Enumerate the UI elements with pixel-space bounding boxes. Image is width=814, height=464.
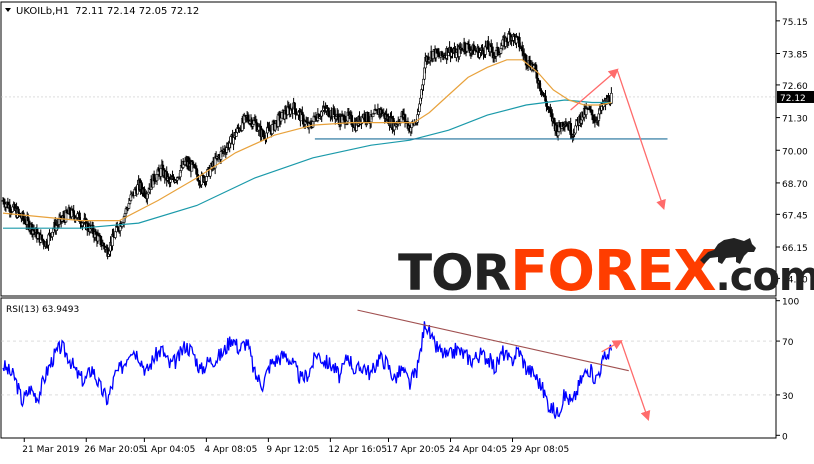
x-tick-label: 26 Mar 20:05	[84, 445, 144, 455]
price-tick-label: 72.60	[782, 82, 808, 92]
x-tick-label: 1 Apr 04:05	[142, 445, 195, 455]
current-price-label: 72.12	[780, 94, 806, 104]
price-tick-label: 71.30	[782, 115, 808, 125]
rsi-label: RSI(13) 63.9493	[6, 305, 79, 315]
price-tick-label: 67.45	[782, 211, 808, 221]
watermark-part3: .com	[716, 254, 814, 300]
background	[0, 0, 814, 460]
candle-body	[499, 48, 503, 54]
symbol-label: UKOILb,H1	[16, 6, 69, 17]
watermark-part2: FOREX	[510, 239, 716, 304]
chart-svg: 75.15 73.85 72.60 71.30 70.00 68.70 67.45 66.15…	[0, 0, 814, 460]
ohlc-values: 72.11 72.14 72.05 72.12	[75, 6, 199, 17]
x-tick-label: 9 Apr 12:05	[266, 445, 319, 455]
price-tick-label: 75.15	[782, 18, 808, 28]
rsi-tick-label: 100	[782, 298, 799, 308]
x-tick-label: 29 Apr 08:05	[511, 445, 570, 455]
watermark-part1: TOR	[398, 244, 511, 302]
candle-body	[293, 102, 296, 110]
price-tick-label: 68.70	[782, 180, 808, 190]
candle-body	[279, 117, 283, 122]
x-tick-label: 12 Apr 16:05	[328, 445, 387, 455]
x-tick-label: 4 Apr 08:05	[204, 445, 257, 455]
price-tick-label: 66.15	[782, 244, 808, 254]
candle-body	[539, 88, 542, 92]
candle-body	[40, 234, 44, 240]
rsi-tick-label: 30	[782, 392, 794, 402]
rsi-tick-label: 0	[782, 432, 788, 442]
x-tick-label: 21 Mar 2019	[22, 445, 79, 455]
price-header: UKOILb,H1 72.11 72.14 72.05 72.12	[16, 6, 199, 17]
x-tick-label: 24 Apr 04:05	[449, 445, 508, 455]
price-tick-label: 70.00	[782, 147, 808, 157]
x-tick-label: 17 Apr 20:05	[387, 445, 446, 455]
candle-body	[366, 111, 370, 123]
chart-root: 75.15 73.85 72.60 71.30 70.00 68.70 67.45 66.15…	[0, 0, 814, 460]
rsi-tick-label: 70	[782, 338, 794, 348]
candle-body	[610, 93, 613, 104]
candle-body	[590, 109, 594, 116]
price-tick-label: 73.85	[782, 51, 808, 61]
